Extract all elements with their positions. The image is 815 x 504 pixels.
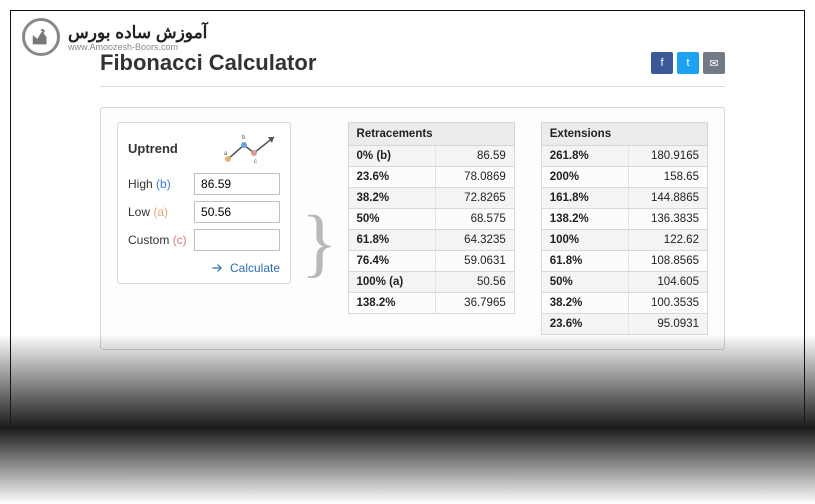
level-value: 122.62 — [629, 230, 707, 250]
level-value: 86.59 — [436, 146, 514, 166]
table-row: 50%104.605 — [541, 272, 708, 293]
calculate-label: Calculate — [230, 261, 280, 275]
table-row: 0% (b)86.59 — [348, 146, 515, 167]
svg-text:c: c — [254, 159, 257, 165]
level-value: 136.3835 — [629, 209, 707, 229]
level-value: 108.8565 — [629, 251, 707, 271]
trend-label: Uptrend — [128, 141, 178, 156]
level-label: 50% — [542, 272, 629, 292]
calculator-panel: Uptrend abc High (b) Low (a) Custom (c) — [100, 107, 725, 350]
divider — [100, 86, 725, 87]
table-row: 61.8%108.8565 — [541, 251, 708, 272]
custom-label: Custom (c) — [128, 233, 187, 247]
share-bar: f t ✉ — [651, 52, 725, 74]
svg-text:b: b — [242, 135, 246, 141]
level-label: 76.4% — [349, 251, 436, 271]
retr-header: Retracements — [348, 122, 515, 146]
level-value: 36.7965 — [436, 293, 514, 313]
level-label: 38.2% — [349, 188, 436, 208]
table-row: 38.2%72.8265 — [348, 188, 515, 209]
email-icon[interactable]: ✉ — [703, 52, 725, 74]
level-label: 23.6% — [542, 314, 629, 334]
level-label: 61.8% — [349, 230, 436, 250]
ext-header: Extensions — [541, 122, 708, 146]
table-row: 23.6%95.0931 — [541, 314, 708, 335]
table-row: 261.8%180.9165 — [541, 146, 708, 167]
level-value: 68.575 — [436, 209, 514, 229]
low-input[interactable] — [194, 201, 280, 223]
page-title: Fibonacci Calculator — [100, 50, 316, 76]
table-row: 50%68.575 — [348, 209, 515, 230]
table-row: 23.6%78.0869 — [348, 167, 515, 188]
level-value: 100.3535 — [629, 293, 707, 313]
level-value: 104.605 — [629, 272, 707, 292]
level-value: 144.8865 — [629, 188, 707, 208]
level-label: 100% — [542, 230, 629, 250]
high-input[interactable] — [194, 173, 280, 195]
level-label: 23.6% — [349, 167, 436, 187]
level-label: 138.2% — [542, 209, 629, 229]
level-value: 59.0631 — [436, 251, 514, 271]
uptrend-icon: abc — [224, 131, 280, 165]
level-value: 50.56 — [436, 272, 514, 292]
level-value: 78.0869 — [436, 167, 514, 187]
level-label: 50% — [349, 209, 436, 229]
brace-icon: } — [301, 221, 337, 267]
table-row: 100% (a)50.56 — [348, 272, 515, 293]
table-row: 161.8%144.8865 — [541, 188, 708, 209]
level-value: 64.3235 — [436, 230, 514, 250]
table-row: 200%158.65 — [541, 167, 708, 188]
level-value: 180.9165 — [629, 146, 707, 166]
level-label: 138.2% — [349, 293, 436, 313]
level-value: 72.8265 — [436, 188, 514, 208]
logo-title: آموزش ساده بورس — [68, 23, 207, 43]
arrow-right-icon — [210, 261, 224, 275]
level-label: 38.2% — [542, 293, 629, 313]
logo-icon — [22, 18, 60, 56]
level-value: 158.65 — [629, 167, 707, 187]
table-row: 61.8%64.3235 — [348, 230, 515, 251]
level-label: 0% (b) — [349, 146, 436, 166]
level-label: 61.8% — [542, 251, 629, 271]
facebook-icon[interactable]: f — [651, 52, 673, 74]
level-label: 200% — [542, 167, 629, 187]
table-row: 138.2%36.7965 — [348, 293, 515, 314]
custom-input[interactable] — [194, 229, 280, 251]
extensions-table: Extensions 261.8%180.9165200%158.65161.8… — [541, 122, 708, 335]
level-label: 100% (a) — [349, 272, 436, 292]
level-label: 161.8% — [542, 188, 629, 208]
table-row: 38.2%100.3535 — [541, 293, 708, 314]
level-value: 95.0931 — [629, 314, 707, 334]
low-label: Low (a) — [128, 205, 168, 219]
table-row: 138.2%136.3835 — [541, 209, 708, 230]
twitter-icon[interactable]: t — [677, 52, 699, 74]
calculate-button[interactable]: Calculate — [128, 261, 280, 275]
high-label: High (b) — [128, 177, 171, 191]
level-label: 261.8% — [542, 146, 629, 166]
retracements-table: Retracements 0% (b)86.5923.6%78.086938.2… — [348, 122, 515, 314]
input-card: Uptrend abc High (b) Low (a) Custom (c) — [117, 122, 291, 284]
table-row: 76.4%59.0631 — [348, 251, 515, 272]
table-row: 100%122.62 — [541, 230, 708, 251]
